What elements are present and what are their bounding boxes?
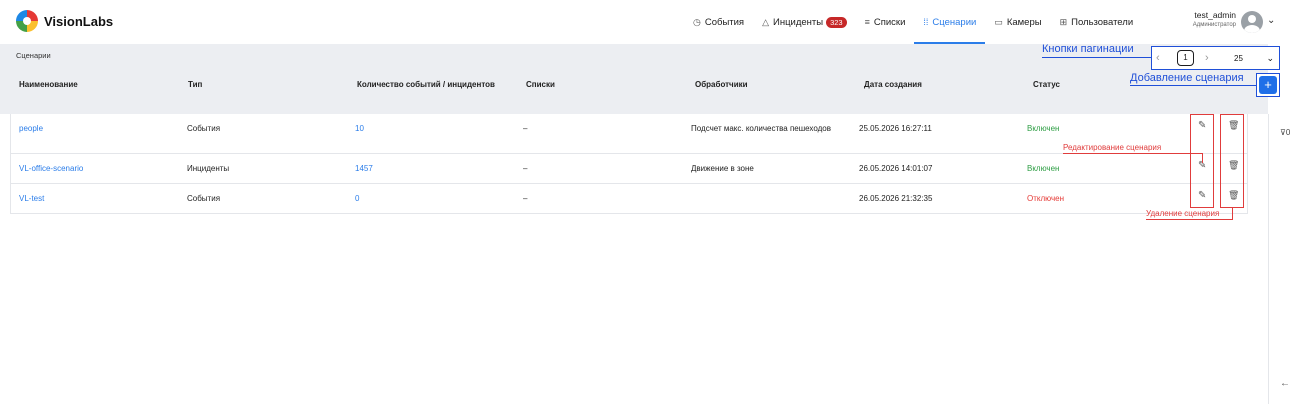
chevron-down-icon: ⌄: [1266, 53, 1274, 63]
scenario-type: Инциденты: [187, 164, 230, 173]
chevron-left-icon[interactable]: ‹: [1156, 52, 1160, 64]
avatar[interactable]: [1241, 11, 1263, 33]
user-name: test_admin: [1194, 10, 1236, 20]
column-header-handlers[interactable]: Обработчики: [695, 80, 748, 89]
nav-item-cameras[interactable]: ▭ Камеры: [985, 0, 1050, 44]
breadcrumb[interactable]: Сценарии: [16, 51, 51, 60]
column-header-count[interactable]: Количество событий / инцидентов: [357, 80, 495, 89]
annotation-arrow: [1042, 57, 1151, 58]
add-scenario-button[interactable]: +: [1256, 73, 1280, 97]
scenario-type: События: [187, 124, 221, 133]
trash-icon[interactable]: 🗑: [1228, 190, 1239, 201]
annotation-arrow: [1146, 219, 1233, 220]
scenario-count-link[interactable]: 10: [355, 124, 364, 133]
scenario-lists: –: [523, 164, 528, 173]
logo-text: VisionLabs: [44, 13, 114, 29]
chevron-right-icon[interactable]: ›: [1205, 52, 1209, 64]
logo[interactable]: VisionLabs: [16, 10, 113, 32]
table-row[interactable]: VL-test События 0 – 26.05.2026 21:32:35 …: [11, 184, 1247, 214]
scenarios-table: people События 10 – Подсчет макс. количе…: [10, 114, 1248, 214]
nav-item-scenarios[interactable]: ⁞⁞ Сценарии: [914, 0, 986, 44]
plus-icon: +: [1259, 76, 1277, 94]
logo-icon: [16, 10, 38, 32]
list-icon: ≡: [864, 17, 870, 27]
scenario-icon: ⁞⁞: [923, 17, 929, 27]
camera-icon: ▭: [994, 16, 1003, 27]
page-number-button[interactable]: 1: [1177, 50, 1194, 66]
chevron-down-icon[interactable]: ⌄: [1267, 15, 1275, 26]
annotation-arrow: [1063, 153, 1203, 154]
annotation-edit: Редактирование сценария: [1063, 143, 1162, 152]
nav-item-users[interactable]: ⊞ Пользователи: [1051, 0, 1143, 44]
scenario-name-link[interactable]: VL-office-scenario: [19, 164, 83, 173]
users-icon: ⊞: [1059, 16, 1068, 27]
main-nav: ◷ События △ Инциденты 323 ≡ Списки ⁞⁞ Сц…: [684, 0, 1142, 44]
page-size-value: 25: [1234, 54, 1243, 63]
nav-label: Камеры: [1006, 16, 1042, 28]
edit-icon[interactable]: ✎: [1198, 190, 1206, 201]
nav-item-lists[interactable]: ≡ Списки: [856, 0, 915, 44]
scenario-created: 26.05.2026 21:32:35: [859, 194, 933, 203]
annotation-arrow: [1232, 208, 1233, 220]
trash-icon[interactable]: 🗑: [1228, 120, 1239, 131]
clock-icon: ◷: [693, 16, 701, 27]
filter-button[interactable]: ⊽0: [1280, 128, 1290, 137]
scenario-count-link[interactable]: 0: [355, 194, 359, 203]
scenario-type: События: [187, 194, 221, 203]
page-size-select[interactable]: 25 ⌄: [1228, 49, 1278, 68]
scenario-name-link[interactable]: people: [19, 124, 43, 133]
scenario-lists: –: [523, 124, 528, 133]
status-badge: Включен: [1027, 124, 1060, 133]
scenario-count-link[interactable]: 1457: [355, 164, 373, 173]
nav-label: События: [704, 16, 745, 28]
incidents-count-badge: 323: [826, 16, 847, 28]
column-header-status[interactable]: Статус: [1033, 80, 1060, 89]
nav-label: Списки: [873, 16, 906, 28]
column-header-type[interactable]: Тип: [188, 80, 202, 89]
table-row[interactable]: people События 10 – Подсчет макс. количе…: [11, 114, 1247, 154]
trash-icon[interactable]: 🗑: [1228, 160, 1239, 171]
warning-icon: △: [762, 16, 769, 27]
annotation-pagination: Кнопки пагинации: [1042, 43, 1134, 55]
pagination: ‹ 1 › 25 ⌄: [1151, 46, 1280, 70]
column-header-name[interactable]: Наименование: [19, 80, 78, 89]
annotation-add: Добавление сценария: [1130, 72, 1244, 84]
arrow-left-icon[interactable]: ←: [1280, 378, 1290, 389]
top-navigation-bar: VisionLabs ◷ События △ Инциденты 323 ≡ С…: [0, 0, 1300, 44]
user-info[interactable]: test_admin Администратор: [1188, 10, 1236, 28]
status-badge: Включен: [1027, 164, 1060, 173]
annotation-delete: Удаление сценария: [1146, 209, 1220, 218]
column-header-lists[interactable]: Списки: [526, 80, 555, 89]
annotation-arrow: [1202, 153, 1203, 163]
nav-label: Пользователи: [1071, 16, 1134, 28]
user-role: Администратор: [1192, 22, 1236, 28]
table-row[interactable]: VL-office-scenario Инциденты 1457 – Движ…: [11, 154, 1247, 184]
edit-icon[interactable]: ✎: [1198, 120, 1206, 131]
nav-item-incidents[interactable]: △ Инциденты 323: [753, 0, 856, 44]
scenario-name-link[interactable]: VL-test: [19, 194, 44, 203]
nav-label: Сценарии: [932, 16, 977, 28]
status-badge: Отключен: [1027, 194, 1065, 203]
scenario-handler: Движение в зоне: [691, 164, 754, 173]
scenario-created: 25.05.2026 16:27:11: [859, 124, 932, 133]
scenario-lists: –: [523, 194, 528, 203]
column-header-created[interactable]: Дата создания: [864, 80, 922, 89]
delete-buttons-column: 🗑 🗑 🗑: [1220, 114, 1244, 208]
scenario-handler: Подсчет макс. количества пешеходов: [691, 124, 831, 133]
nav-item-events[interactable]: ◷ События: [684, 0, 753, 44]
filter-count: 0: [1285, 128, 1291, 137]
annotation-arrow: [1130, 85, 1256, 86]
nav-label: Инциденты: [773, 16, 824, 28]
right-side-panel: [1268, 114, 1300, 404]
scenario-created: 26.05.2026 14:01:07: [859, 164, 933, 173]
